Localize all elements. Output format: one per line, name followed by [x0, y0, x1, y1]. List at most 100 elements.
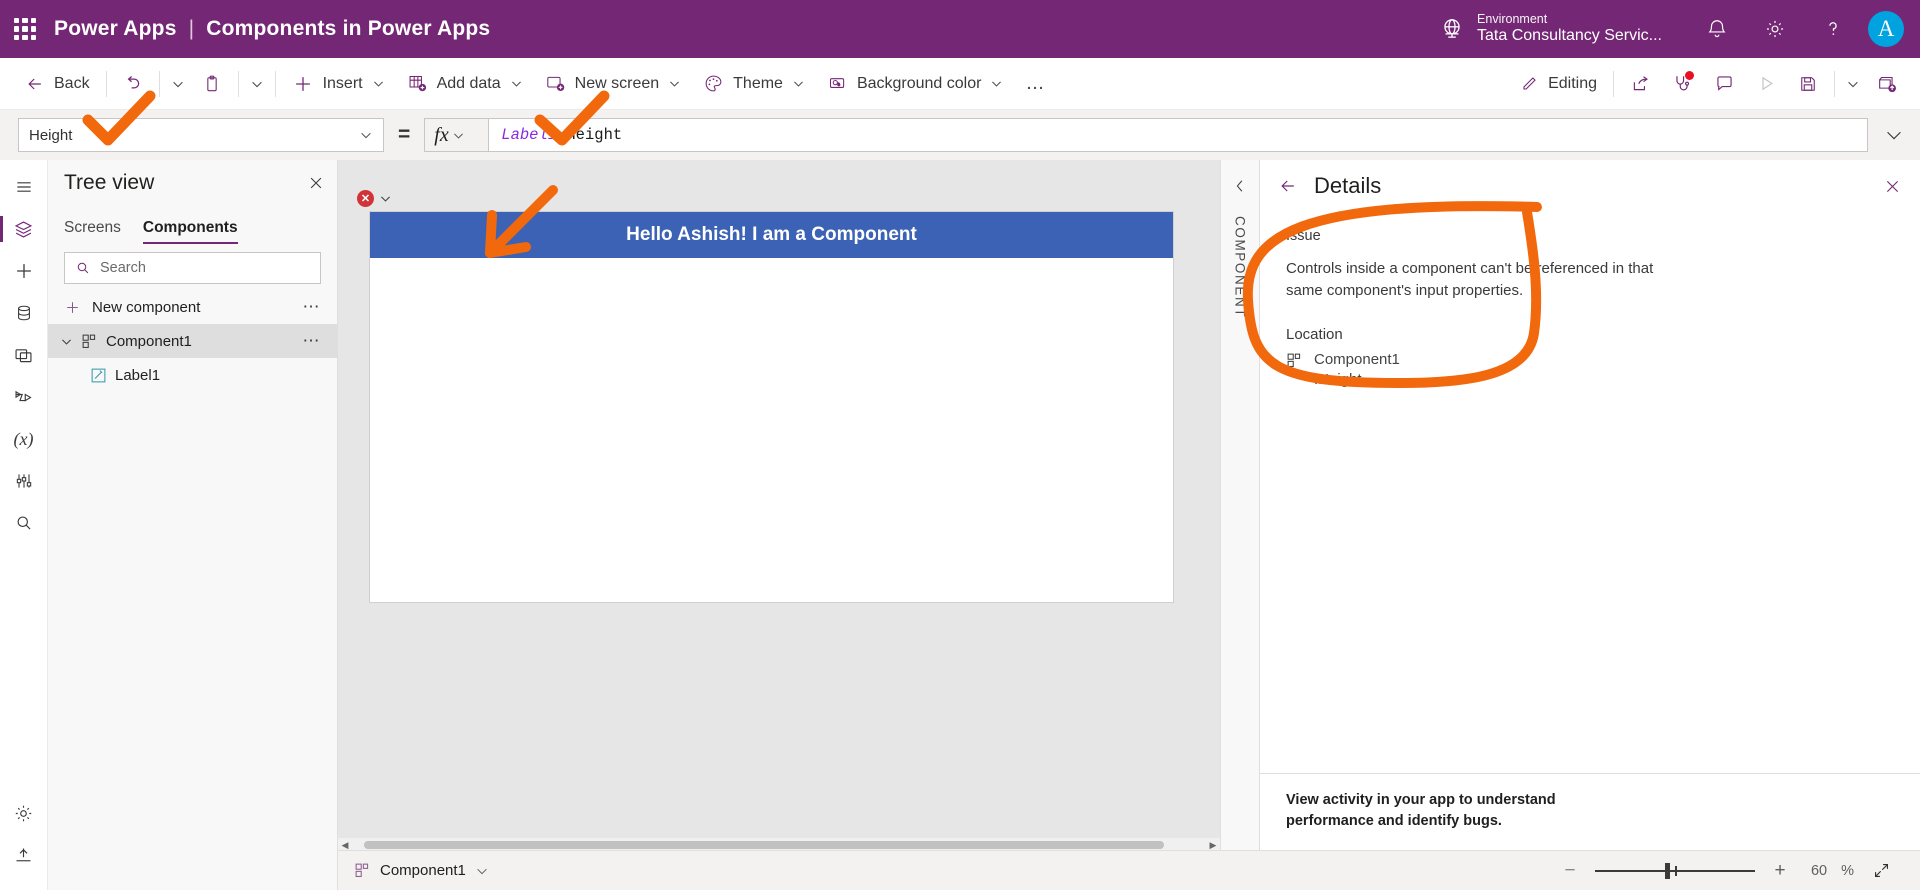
new-component-overflow-icon[interactable]: ⋯ [303, 297, 322, 317]
help-question-icon[interactable] [1804, 0, 1862, 58]
property-selector[interactable]: Height [18, 118, 384, 152]
component-properties-strip: COMPONENT [1220, 160, 1260, 890]
status-bar: Component1 − + 60 % [338, 850, 1920, 890]
app-launcher-icon[interactable] [14, 18, 36, 40]
formula-object-token: Label1 [501, 126, 558, 144]
background-color-label: Background color [856, 74, 982, 92]
tab-screens[interactable]: Screens [64, 219, 121, 244]
fx-chevron-down-icon [452, 129, 465, 142]
location-component-name: Component1 [1314, 350, 1400, 368]
property-selector-value: Height [29, 126, 73, 144]
hamburger-menu-icon[interactable] [0, 166, 48, 208]
component-header-label[interactable]: Hello Ashish! I am a Component [370, 212, 1173, 258]
settings-gear-icon[interactable] [1746, 0, 1804, 58]
publish-icon[interactable] [1866, 64, 1908, 104]
formula-expand-icon[interactable] [1868, 110, 1920, 160]
chevron-down-icon [359, 128, 373, 142]
status-component-selector[interactable]: Component1 [354, 862, 489, 879]
tree-view-header: Tree view [48, 160, 337, 206]
arrow-left-icon[interactable] [1278, 176, 1298, 196]
add-data-button[interactable]: Add data [396, 64, 534, 104]
undo-icon[interactable] [112, 64, 154, 104]
editing-label: Editing [1548, 74, 1597, 92]
tree-item-overflow-icon[interactable]: ⋯ [303, 331, 322, 351]
component-canvas[interactable]: Hello Ashish! I am a Component [370, 212, 1173, 602]
settings-gear-icon[interactable] [0, 792, 48, 834]
component-strip-label[interactable]: COMPONENT [1233, 216, 1248, 318]
notifications-bell-icon[interactable] [1688, 0, 1746, 58]
scroll-right-arrow-icon[interactable]: ▶ [1206, 840, 1220, 851]
search-input[interactable]: Search [64, 252, 321, 284]
data-cylinder-icon[interactable] [0, 292, 48, 334]
back-button[interactable]: Back [14, 64, 101, 104]
toolbar-separator [105, 70, 107, 97]
play-preview-icon[interactable] [1745, 64, 1787, 104]
brand-name[interactable]: Power Apps [54, 17, 177, 41]
chevron-down-icon[interactable] [60, 335, 73, 348]
pencil-edit-icon [1519, 74, 1539, 94]
environment-label: Environment [1477, 12, 1548, 27]
tab-components[interactable]: Components [142, 219, 238, 244]
paste-chevron-down-icon[interactable] [244, 64, 270, 104]
media-icon[interactable] [0, 334, 48, 376]
add-data-label: Add data [436, 74, 501, 92]
comment-icon[interactable] [1703, 64, 1745, 104]
scroll-left-arrow-icon[interactable]: ◀ [338, 840, 352, 851]
new-screen-icon [545, 73, 566, 94]
close-icon[interactable] [307, 174, 325, 192]
search-placeholder: Search [100, 260, 146, 276]
zoom-in-button[interactable]: + [1769, 860, 1791, 882]
fit-to-screen-icon[interactable] [1868, 858, 1894, 884]
location-link[interactable]: Component1 .Height [1286, 350, 1894, 391]
arrow-left-icon [25, 74, 45, 94]
background-color-icon [827, 73, 848, 94]
save-disk-icon[interactable] [1787, 64, 1829, 104]
close-icon[interactable] [1883, 177, 1902, 196]
zoom-slider[interactable] [1595, 860, 1756, 882]
zoom-slider-handle[interactable] [1665, 862, 1671, 879]
app-checker-icon[interactable] [0, 460, 48, 502]
location-property-name: .Height [1314, 370, 1362, 388]
insert-plus-icon[interactable] [0, 250, 48, 292]
paste-clipboard-icon[interactable] [191, 64, 233, 104]
tree-item-component1[interactable]: Component1 ⋯ [48, 324, 337, 358]
plus-icon [292, 73, 314, 95]
issue-label: Issue [1286, 228, 1321, 244]
chevron-down-icon[interactable] [475, 864, 489, 878]
background-color-button[interactable]: Background color [816, 64, 1015, 104]
chevron-left-icon[interactable] [1231, 170, 1249, 202]
zoom-out-button[interactable]: − [1559, 860, 1581, 882]
app-checker-stethoscope-icon[interactable] [1661, 64, 1703, 104]
zoom-percent-sign: % [1841, 862, 1854, 879]
tree-item-label1[interactable]: Label1 [48, 358, 337, 392]
advanced-tools-icon[interactable] [0, 834, 48, 876]
toolbar-separator [274, 70, 276, 97]
variables-icon[interactable]: (x) [0, 418, 48, 460]
share-icon[interactable] [1619, 64, 1661, 104]
save-chevron-down-icon[interactable] [1840, 64, 1866, 104]
new-screen-button[interactable]: New screen [534, 64, 692, 104]
tree-view-layers-icon[interactable] [0, 208, 48, 250]
canvas-error-badge[interactable]: ✕ [357, 190, 392, 207]
power-automate-icon[interactable] [0, 376, 48, 418]
left-icon-rail: (x) [0, 160, 48, 890]
search-icon[interactable] [0, 502, 48, 544]
avatar[interactable]: A [1868, 11, 1904, 47]
plus-icon [64, 299, 81, 316]
new-screen-label: New screen [574, 74, 660, 92]
globe-icon [1439, 16, 1465, 42]
toolbar-overflow-button[interactable]: … [1014, 64, 1057, 104]
background-color-chevron-down-icon [990, 77, 1003, 90]
details-panel: Details Issue Controls inside a componen… [1260, 160, 1920, 890]
scroll-thumb[interactable] [364, 841, 1164, 849]
tree-view-tabs: Screens Components [48, 206, 337, 244]
formula-input[interactable]: Label1 .Height [488, 118, 1868, 152]
environment-picker[interactable]: Environment Tata Consultancy Servic... [1439, 12, 1688, 46]
insert-button[interactable]: Insert [281, 64, 396, 104]
error-chevron-down-icon[interactable] [379, 192, 392, 205]
new-component-button[interactable]: New component ⋯ [48, 290, 337, 324]
fx-button[interactable]: fx [424, 118, 489, 152]
theme-button[interactable]: Theme [692, 64, 816, 104]
editing-mode-button[interactable]: Editing [1508, 64, 1608, 104]
undo-chevron-down-icon[interactable] [165, 64, 191, 104]
